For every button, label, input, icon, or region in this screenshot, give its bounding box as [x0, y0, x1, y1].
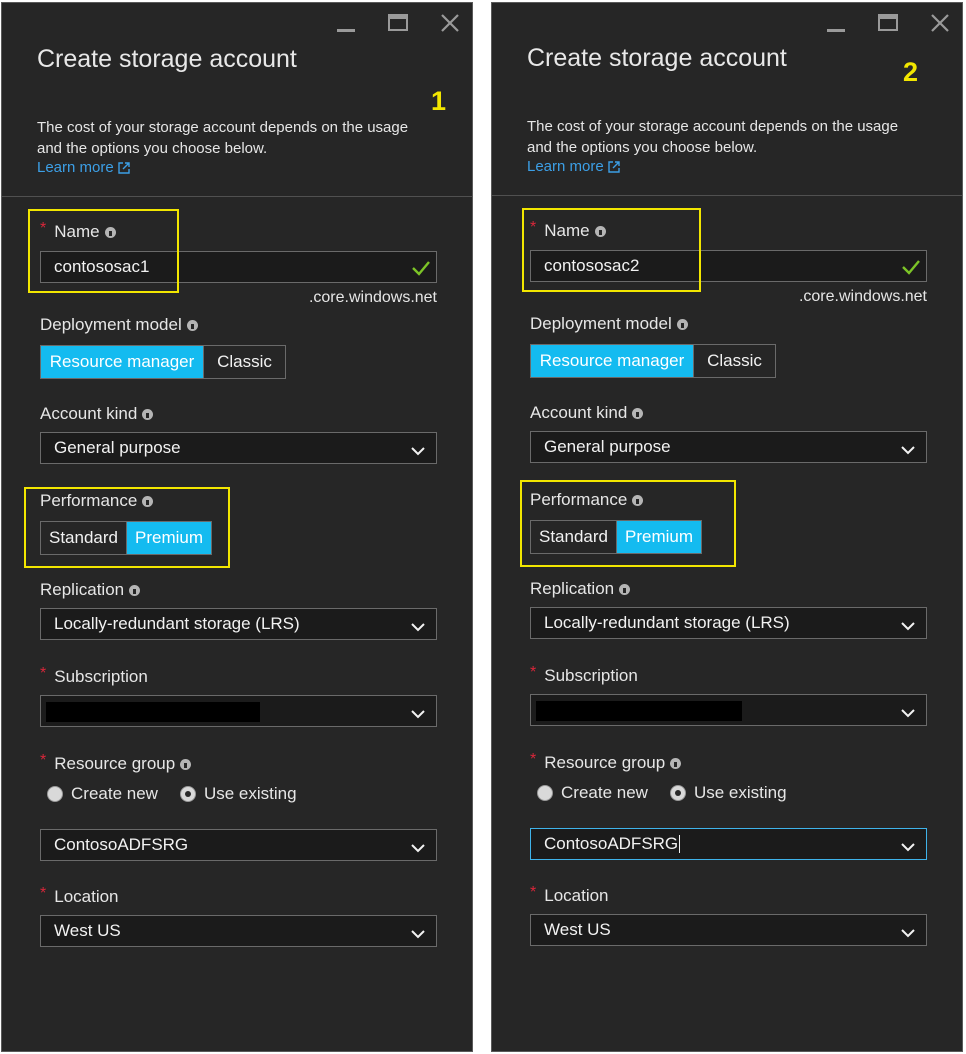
subscription-label: * Subscription: [530, 664, 638, 685]
learn-more-label: Learn more: [37, 159, 114, 176]
close-icon[interactable]: [929, 13, 951, 33]
page-title: Create storage account: [37, 45, 297, 73]
create-new-radio[interactable]: Create new: [47, 784, 158, 804]
info-icon[interactable]: [180, 758, 192, 770]
location-label: * Location: [530, 884, 609, 905]
step-number: 2: [903, 57, 919, 87]
radio-button[interactable]: [179, 786, 196, 802]
text-caret: [679, 835, 681, 853]
info-icon[interactable]: [670, 757, 682, 769]
cost-description: The cost of your storage account depends…: [37, 119, 409, 157]
minimize-icon[interactable]: [825, 13, 847, 33]
check-icon: [411, 259, 431, 282]
location-select[interactable]: West US: [40, 915, 437, 947]
radio-button[interactable]: [47, 786, 63, 802]
chevron-down-icon: [900, 441, 916, 461]
maximize-icon[interactable]: [877, 13, 899, 33]
step-number: 1: [431, 86, 447, 116]
check-icon: [901, 258, 921, 281]
maximize-icon[interactable]: [387, 13, 409, 33]
resource-group-label: * Resource group: [40, 752, 192, 774]
storage-account-panel-2: Create storage account 2 The cost of you…: [491, 2, 963, 1052]
resource-group-options: Create new Use existing: [537, 783, 809, 803]
minimize-icon[interactable]: [335, 13, 357, 33]
deployment-model-label: Deployment model: [530, 314, 688, 334]
highlight-name: [522, 208, 701, 292]
storage-account-panel-1: Create storage account 1 The cost of you…: [1, 2, 473, 1052]
chevron-down-icon: [900, 838, 916, 858]
account-kind-label: Account kind: [40, 404, 154, 424]
divider: [492, 195, 962, 196]
external-link-icon: [607, 160, 621, 174]
info-icon[interactable]: [186, 319, 198, 331]
highlight-name: [28, 209, 179, 293]
account-kind-select[interactable]: General purpose: [530, 431, 927, 463]
account-kind-select[interactable]: General purpose: [40, 432, 437, 464]
deployment-model-toggle: Resource manager Classic: [40, 345, 286, 379]
required-marker: *: [530, 664, 537, 681]
info-icon[interactable]: [676, 318, 688, 330]
highlight-performance: [24, 487, 230, 568]
divider: [2, 196, 472, 197]
chevron-down-icon: [900, 924, 916, 944]
resource-manager-option[interactable]: Resource manager: [531, 345, 693, 377]
info-icon[interactable]: [632, 407, 644, 419]
chevron-down-icon: [900, 617, 916, 637]
info-icon[interactable]: [619, 583, 631, 595]
deployment-model-toggle: Resource manager Classic: [530, 344, 776, 378]
replication-label: Replication: [40, 580, 141, 600]
required-marker: *: [530, 884, 537, 901]
chevron-down-icon: [410, 705, 426, 725]
account-kind-label: Account kind: [530, 403, 644, 423]
deployment-model-label: Deployment model: [40, 315, 198, 335]
subscription-select[interactable]: [40, 695, 437, 727]
redacted-subscription: [46, 702, 260, 722]
domain-suffix: .core.windows.net: [308, 289, 437, 306]
learn-more-link[interactable]: Learn more: [527, 158, 621, 175]
create-new-radio[interactable]: Create new: [537, 783, 648, 803]
use-existing-radio[interactable]: Use existing: [669, 783, 787, 803]
use-existing-radio[interactable]: Use existing: [179, 784, 297, 804]
classic-option[interactable]: Classic: [203, 346, 285, 378]
learn-more-link[interactable]: Learn more: [37, 159, 131, 176]
close-icon[interactable]: [439, 13, 461, 33]
resource-group-options: Create new Use existing: [47, 784, 319, 804]
resource-group-select[interactable]: ContosoADFSRG: [40, 829, 437, 861]
highlight-performance: [520, 480, 736, 567]
learn-more-label: Learn more: [527, 158, 604, 175]
info-icon[interactable]: [142, 408, 154, 420]
chevron-down-icon: [410, 839, 426, 859]
location-label: * Location: [40, 885, 119, 906]
chevron-down-icon: [410, 925, 426, 945]
radio-button[interactable]: [537, 785, 553, 801]
replication-select[interactable]: Locally-redundant storage (LRS): [530, 607, 927, 639]
subscription-select[interactable]: [530, 694, 927, 726]
classic-option[interactable]: Classic: [693, 345, 775, 377]
required-marker: *: [40, 752, 47, 769]
info-icon[interactable]: [129, 584, 141, 596]
replication-select[interactable]: Locally-redundant storage (LRS): [40, 608, 437, 640]
cost-description: The cost of your storage account depends…: [527, 118, 899, 156]
resource-manager-option[interactable]: Resource manager: [41, 346, 203, 378]
radio-button[interactable]: [669, 785, 686, 801]
required-marker: *: [40, 885, 47, 902]
redacted-subscription: [536, 701, 742, 721]
chevron-down-icon: [410, 442, 426, 462]
required-marker: *: [40, 665, 47, 682]
subscription-label: * Subscription: [40, 665, 148, 686]
resource-group-select[interactable]: ContosoADFSRG: [530, 828, 927, 860]
replication-label: Replication: [530, 579, 631, 599]
resource-group-label: * Resource group: [530, 751, 682, 773]
page-title: Create storage account: [527, 44, 787, 72]
location-select[interactable]: West US: [530, 914, 927, 946]
domain-suffix: .core.windows.net: [798, 288, 927, 305]
chevron-down-icon: [410, 618, 426, 638]
external-link-icon: [117, 161, 131, 175]
required-marker: *: [530, 751, 537, 768]
chevron-down-icon: [900, 704, 916, 724]
